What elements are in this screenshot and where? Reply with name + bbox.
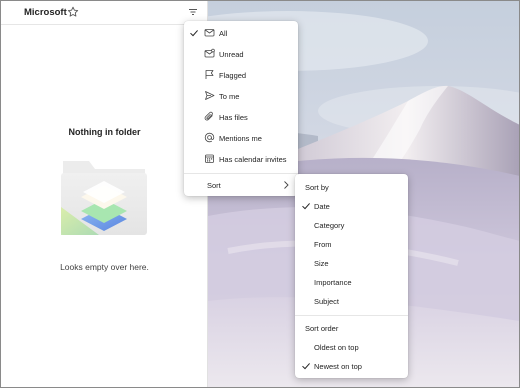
sort-option-label: Importance [314,278,352,287]
filter-item-label: Has calendar invites [219,155,287,164]
sort-order-newest[interactable]: Newest on top [295,357,408,375]
window-frame: Microsoft Nothing in folder Looks empty … [0,0,520,388]
sort-option-label: Oldest on top [314,343,359,352]
checkmark-icon [189,28,199,38]
filter-item-label: Flagged [219,71,247,80]
empty-folder-illustration [59,157,149,247]
sort-by-from[interactable]: From [295,235,408,253]
star-icon[interactable] [67,6,79,18]
sort-label: Sort [207,181,221,190]
sort-order-oldest[interactable]: Oldest on top [295,338,408,356]
filter-item-label: Mentions me [219,134,262,143]
filter-item-label: Has files [219,113,248,122]
sort-by-size[interactable]: Size [295,254,408,272]
sort-option-label: Category [314,221,345,230]
filter-menu: All Unread Flagged To me Has files Menti… [184,21,298,196]
filter-button[interactable] [185,5,201,21]
filter-item-flagged[interactable]: Flagged [184,65,298,85]
folder-title: Microsoft [24,7,67,18]
checkmark-icon [301,201,311,211]
filter-icon [188,7,198,19]
sort-order-header: Sort order [305,324,339,333]
mention-icon [204,132,215,143]
sort-by-header: Sort by [305,183,329,192]
filter-item-mentions-me[interactable]: Mentions me [184,128,298,148]
sort-by-date[interactable]: Date [295,197,408,215]
mail-unread-icon [204,48,215,59]
sort-option-label: From [314,240,332,249]
checkmark-icon [301,361,311,371]
filter-item-to-me[interactable]: To me [184,86,298,106]
message-list-header: Microsoft [1,1,208,25]
filter-item-calendar-invites[interactable]: Has calendar invites [184,149,298,169]
sort-option-label: Date [314,202,330,211]
filter-item-has-files[interactable]: Has files [184,107,298,127]
sort-submenu-trigger[interactable]: Sort [184,175,298,195]
attach-icon [204,111,215,122]
sort-option-label: Size [314,259,329,268]
sort-menu: Sort by Date Category From Size Importan… [295,174,408,378]
filter-item-label: Unread [219,50,244,59]
empty-state-subtitle: Looks empty over here. [60,262,149,272]
flag-icon [204,69,215,80]
menu-divider [184,173,298,174]
filter-item-label: All [219,29,228,38]
mail-icon [204,27,215,38]
sort-option-label: Newest on top [314,362,362,371]
filter-item-label: To me [219,92,240,101]
chevron-right-icon [282,180,290,190]
sort-by-category[interactable]: Category [295,216,408,234]
sort-by-importance[interactable]: Importance [295,273,408,291]
empty-state-title: Nothing in folder [68,127,141,137]
calendar-icon [204,153,215,164]
filter-item-all[interactable]: All [184,23,298,43]
sort-by-subject[interactable]: Subject [295,292,408,310]
message-list-pane: Microsoft Nothing in folder Looks empty … [1,1,208,387]
send-icon [204,90,215,101]
sort-option-label: Subject [314,297,340,306]
filter-item-unread[interactable]: Unread [184,44,298,64]
menu-divider [295,315,408,316]
